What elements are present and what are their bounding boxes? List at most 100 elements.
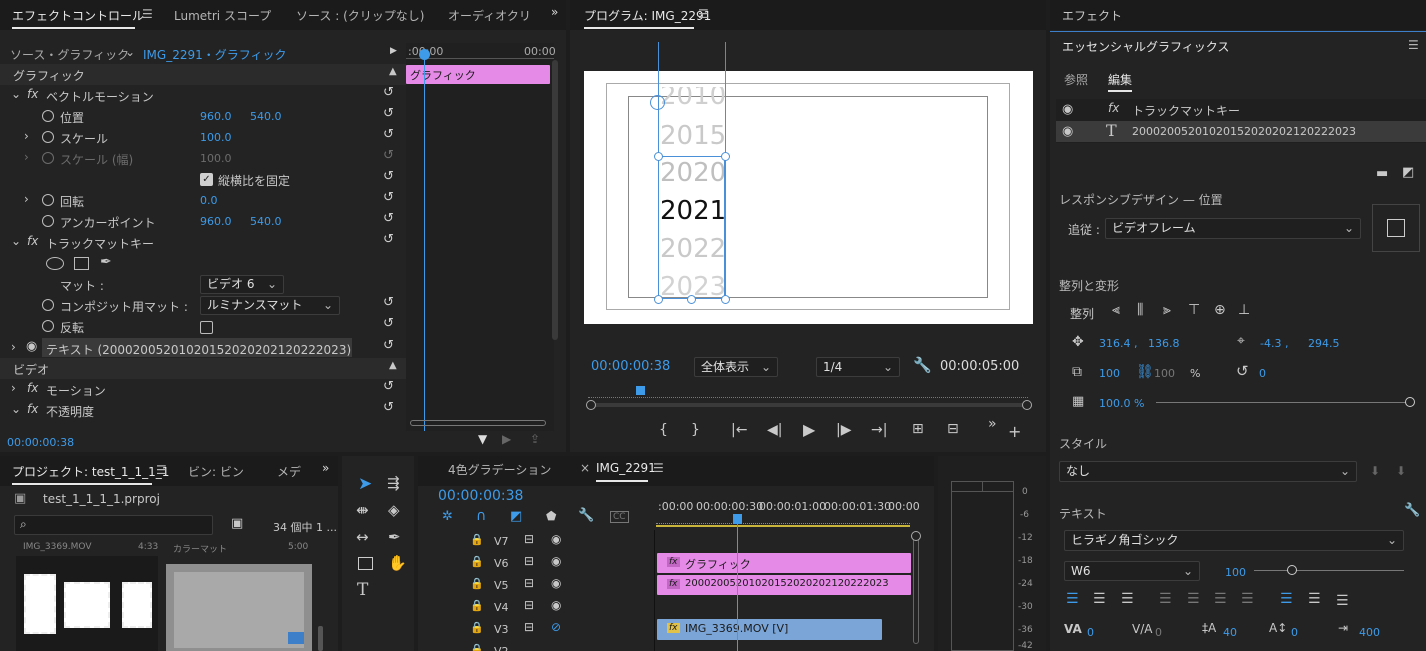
vector-motion-row[interactable]: ⌄ fx ベクトルモーション ↺ (0, 85, 406, 106)
justify-all-icon[interactable]: ☰ (1241, 591, 1254, 607)
position-x-value[interactable]: 960.0 (200, 110, 232, 123)
fx-icon[interactable]: fx (27, 402, 38, 416)
handle-br[interactable] (721, 295, 730, 304)
marker-icon[interactable]: ⬟ (546, 509, 556, 523)
reset-icon[interactable]: ↺ (383, 169, 394, 184)
eye-icon[interactable]: ◉ (551, 576, 561, 590)
anchor-x-value[interactable]: 960.0 (200, 215, 232, 228)
tsume-value[interactable]: 400 (1359, 626, 1380, 639)
rotation-value[interactable]: 0 (1259, 367, 1266, 380)
scrub-playhead[interactable] (636, 386, 645, 395)
stopwatch-icon[interactable] (42, 110, 54, 122)
pin-center[interactable] (1387, 219, 1405, 237)
opacity-row[interactable]: ⌄ fx 不透明度 ↺ (0, 400, 406, 421)
align-top-text-icon[interactable]: ☰ (1280, 591, 1293, 607)
extract-icon[interactable]: ⊟ (947, 421, 959, 437)
eye-icon[interactable]: ◉ (26, 339, 37, 354)
pos-x-value[interactable]: 316.4 , (1099, 337, 1137, 350)
motion-row[interactable]: › fx モーション ↺ (0, 379, 406, 400)
wrench-icon[interactable]: 🔧 (578, 508, 594, 523)
opacity-slider-track[interactable] (1156, 402, 1408, 403)
handle-tl[interactable] (654, 152, 663, 161)
handle-bm[interactable] (687, 295, 696, 304)
new-bin-icon[interactable]: ▣ (231, 516, 243, 531)
stopwatch-icon[interactable] (42, 299, 54, 311)
stopwatch-icon[interactable] (42, 131, 54, 143)
rotation-value[interactable]: 0.0 (200, 194, 218, 207)
expand-chevron-icon[interactable]: › (11, 340, 16, 354)
fx-icon[interactable]: fx (27, 87, 38, 101)
tab-audio-clip[interactable]: オーディオクリ (448, 7, 531, 24)
justify-center-icon[interactable]: ☰ (1187, 591, 1200, 607)
font-size-value[interactable]: 100 (1225, 566, 1246, 579)
sync-lock-icon[interactable]: ⊟ (524, 532, 534, 546)
zoom-dropdown[interactable]: 全体表示 ⌄ (694, 357, 778, 377)
slip-tool-icon[interactable]: ↔ (356, 528, 369, 546)
zoom-handle-right[interactable] (1022, 400, 1032, 410)
lock-icon[interactable]: 🔒 (470, 621, 484, 634)
track-matte-row[interactable]: ⌄ fx トラックマットキー ↺ (0, 232, 406, 253)
selection-tool-icon[interactable]: ➤ (358, 474, 372, 494)
timeline-scrollbar[interactable] (913, 534, 919, 644)
video-frame[interactable]: 2010 2015 2020 2021 2022 2023 (584, 71, 1033, 324)
tab-bin[interactable]: ビン: ビン (188, 463, 244, 480)
eye-icon[interactable]: ◉ (1062, 102, 1073, 117)
reset-icon[interactable]: ↺ (383, 106, 394, 121)
align-bottom-icon[interactable]: ⊥ (1238, 302, 1250, 318)
type-tool-icon[interactable]: T (357, 580, 368, 600)
mini-graphic-clip[interactable]: グラフィック (406, 65, 550, 84)
track-header-v3[interactable]: 🔒 V3 ⊟ ⊘ (418, 618, 654, 640)
mini-playhead[interactable] (424, 53, 425, 431)
stopwatch-icon[interactable] (42, 215, 54, 227)
pos-y-value[interactable]: 136.8 (1148, 337, 1180, 350)
menu-icon[interactable]: ☰ (1408, 38, 1419, 52)
close-icon[interactable]: × (580, 461, 590, 475)
anchor-x-value[interactable]: -4.3 , (1260, 337, 1288, 350)
export-icon[interactable]: ⇪ (530, 432, 540, 446)
reset-icon[interactable]: ↺ (383, 211, 394, 226)
align-text-center-icon[interactable]: ☰ (1093, 591, 1106, 607)
align-middle-text-icon[interactable]: ☰ (1308, 591, 1321, 607)
weight-dropdown[interactable]: W6 ⌄ (1064, 561, 1200, 581)
reset-icon[interactable]: ↺ (383, 85, 394, 100)
opacity-slider-knob[interactable] (1405, 397, 1415, 407)
font-size-slider-track[interactable] (1254, 570, 1404, 571)
eg-title[interactable]: エッセンシャルグラフィックス (1062, 38, 1229, 55)
ec-scrollbar[interactable] (552, 60, 558, 340)
eye-icon[interactable]: ◉ (551, 598, 561, 612)
tab-effect-controls[interactable]: エフェクトコントロール (12, 7, 144, 24)
mark-out-icon[interactable]: } (691, 422, 700, 438)
composite-dropdown[interactable]: ルミナンスマット ⌄ (200, 296, 340, 315)
magnet-icon[interactable]: ∩ (476, 508, 486, 524)
eye-icon[interactable]: ◉ (551, 554, 561, 568)
add-button-icon[interactable]: + (1008, 422, 1021, 441)
tab-sequence-1[interactable]: 4色グラデーション (448, 461, 551, 478)
font-dropdown[interactable]: ヒラギノ角ゴシック ⌄ (1064, 530, 1404, 551)
menu-icon[interactable]: ☰ (653, 461, 664, 475)
section-video[interactable]: ビデオ ▲ (0, 358, 406, 379)
timeline-playhead-knob[interactable] (733, 514, 742, 524)
justify-left-icon[interactable]: ☰ (1159, 591, 1172, 607)
collapse-icon[interactable]: ▲ (389, 66, 397, 77)
mini-playhead-knob[interactable] (419, 49, 430, 60)
sync-lock-icon[interactable]: ⊟ (524, 598, 534, 612)
snap-icon[interactable]: ✲ (442, 509, 453, 524)
align-text-left-icon[interactable]: ☰ (1066, 591, 1079, 607)
pin-widget[interactable] (1372, 204, 1420, 252)
eye-hidden-icon[interactable]: ⊘ (551, 620, 561, 634)
matte-dropdown[interactable]: ビデオ 6 ⌄ (200, 275, 284, 294)
scale-value[interactable]: 100.0 (200, 131, 232, 144)
handle-bl[interactable] (654, 295, 663, 304)
sync-lock-icon[interactable]: ⊟ (524, 576, 534, 590)
program-title[interactable]: プログラム: IMG_2291 (584, 7, 711, 24)
timeline-playhead[interactable] (737, 518, 738, 651)
play-icon[interactable]: ▶ (803, 420, 815, 439)
hand-tool-icon[interactable]: ✋ (388, 554, 407, 572)
effects-tab[interactable]: エフェクト (1062, 7, 1122, 24)
rectangle-tool-icon[interactable] (358, 557, 373, 570)
align-top-icon[interactable]: ⊤ (1188, 302, 1200, 318)
expand-chevron-icon[interactable]: › (24, 192, 29, 206)
align-bottom-text-icon[interactable]: ☰ (1336, 593, 1349, 609)
pen-mask-icon[interactable]: ✒ (100, 254, 112, 270)
layer-row-effect[interactable]: ◉ fx トラックマットキー (1056, 99, 1426, 120)
